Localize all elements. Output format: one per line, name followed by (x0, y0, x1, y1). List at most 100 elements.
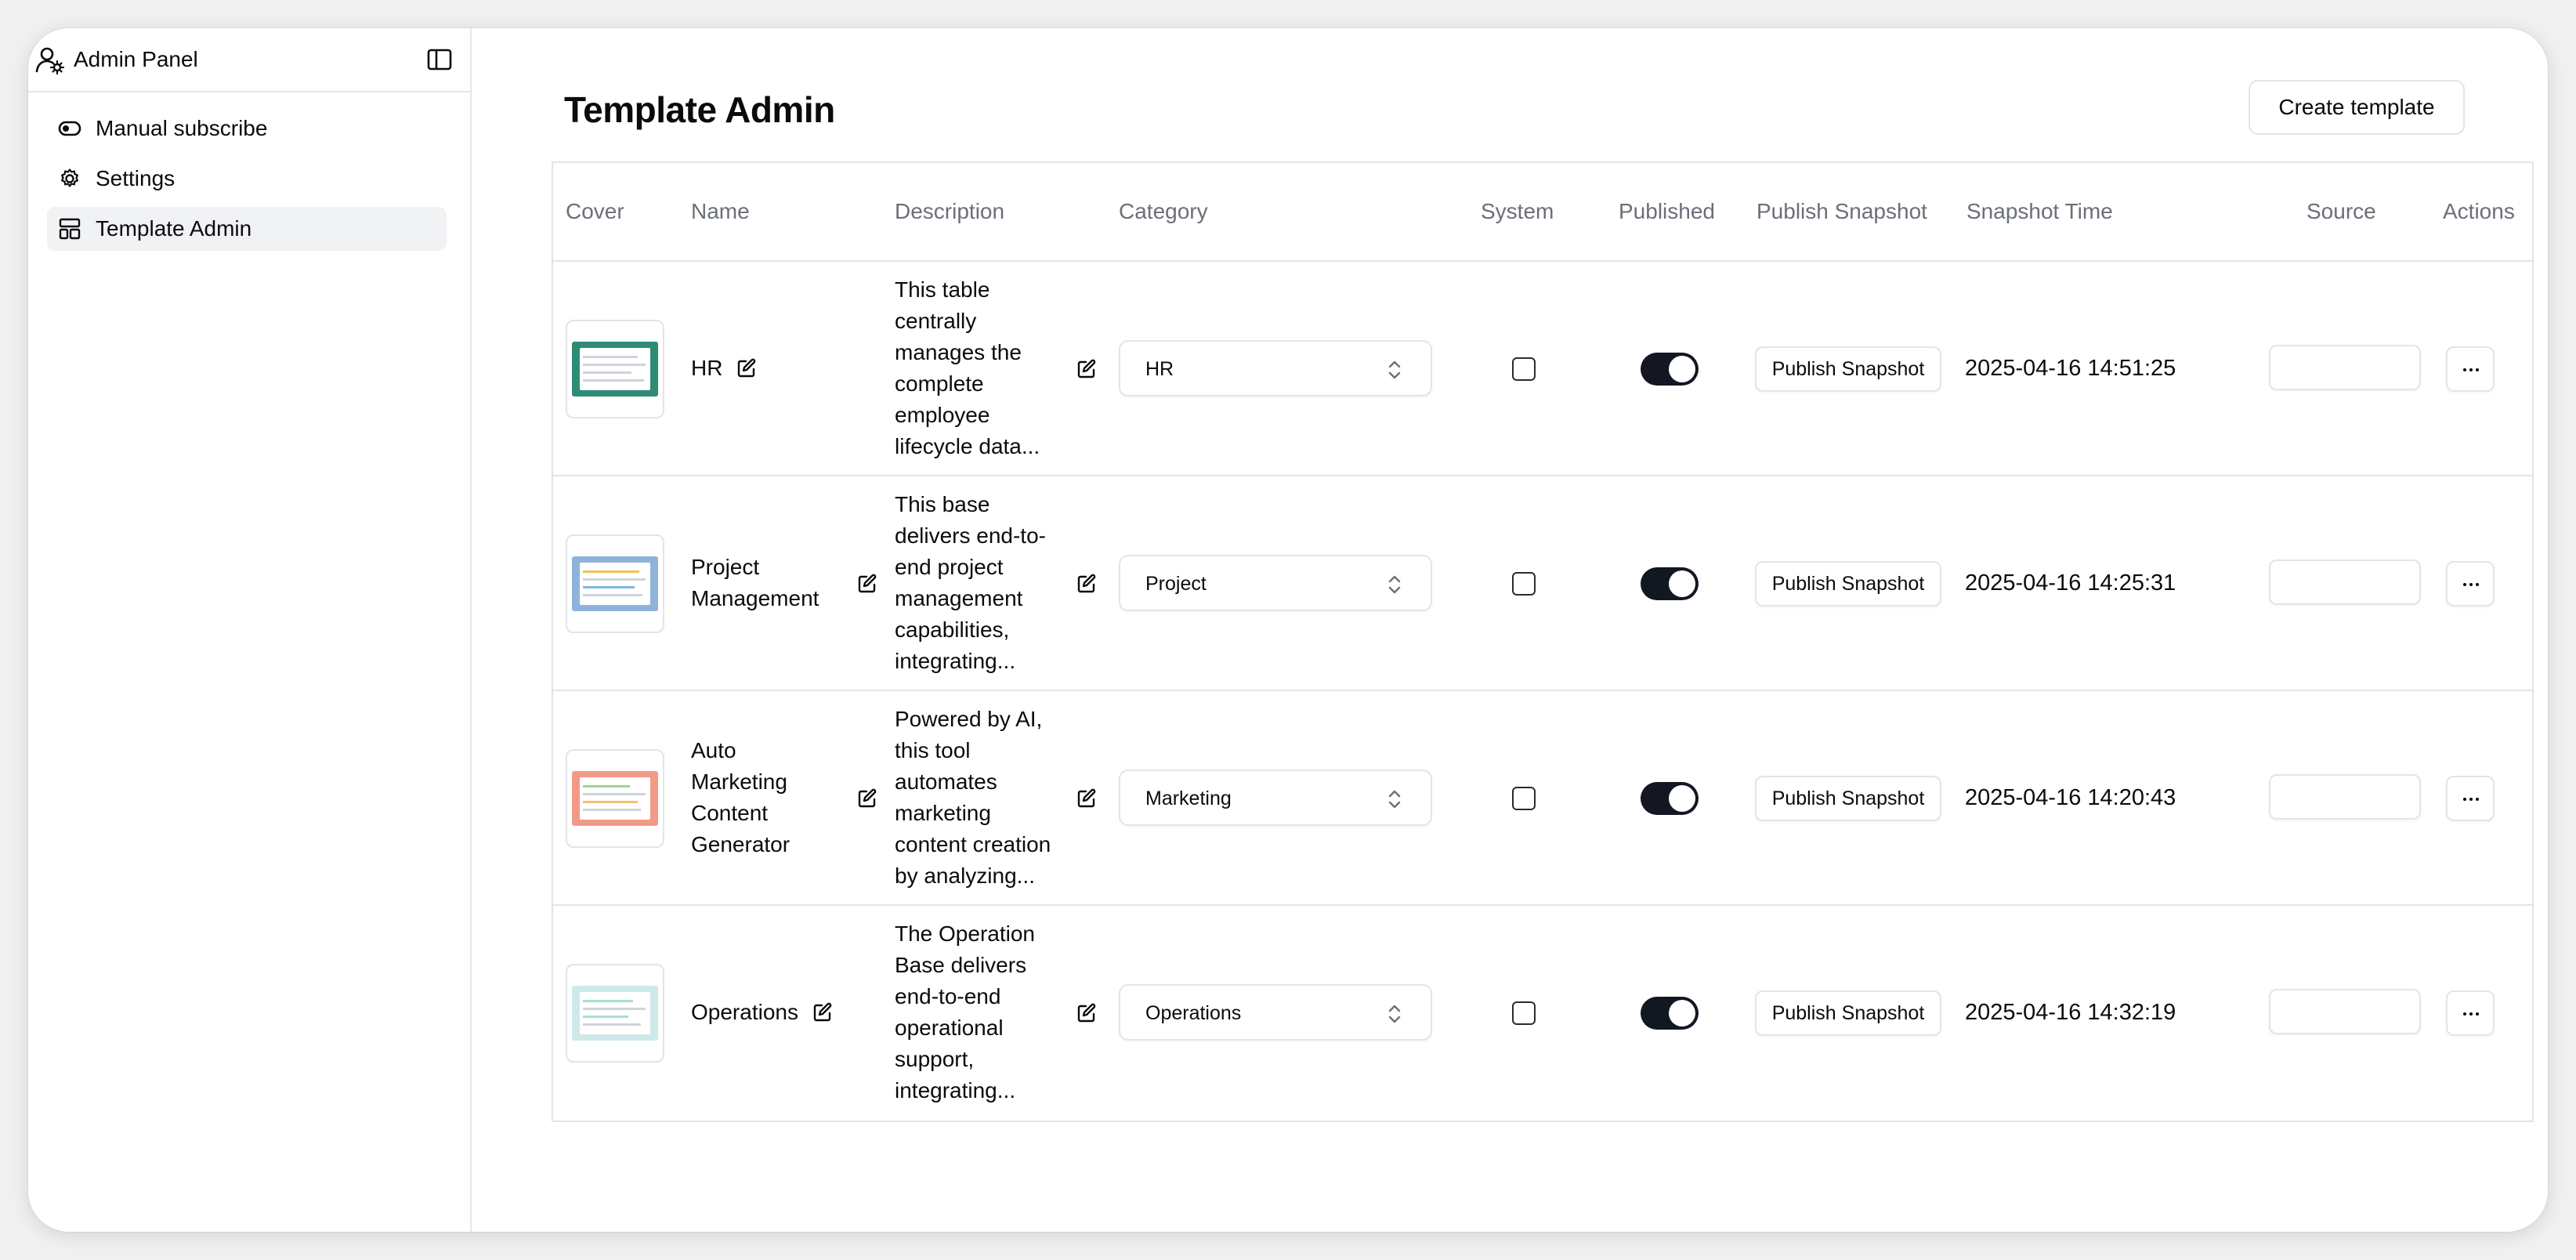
template-name-cell: HR (691, 353, 757, 384)
system-checkbox[interactable] (1512, 357, 1536, 381)
edit-icon[interactable] (1076, 574, 1097, 594)
edit-icon[interactable] (857, 788, 877, 809)
sidebar-item-label: Template Admin (96, 216, 252, 241)
column-header-snapshot-time: Snapshot Time (1966, 199, 2113, 223)
column-header-category: Category (1119, 199, 1208, 223)
template-name-cell: Project Management (691, 552, 819, 614)
publish-snapshot-button[interactable]: Publish Snapshot (1755, 776, 1941, 821)
chevron-up-down-icon (1388, 1005, 1401, 1023)
more-horizontal-icon (2463, 798, 2479, 801)
column-header-published: Published (1619, 199, 1715, 223)
chevron-up-down-icon (1388, 790, 1401, 809)
source-input[interactable] (2269, 989, 2421, 1034)
template-name: HR (691, 356, 723, 380)
create-template-button[interactable]: Create template (2249, 80, 2465, 135)
sidebar-item-settings[interactable]: Settings (47, 157, 447, 201)
row-actions-button[interactable] (2446, 776, 2495, 821)
publish-snapshot-button[interactable]: Publish Snapshot (1755, 346, 1941, 392)
template-description: Powered by AI, this tool automates marke… (895, 707, 1051, 888)
sidebar-nav: Manual subscribe Settings Template Admin (47, 107, 447, 257)
column-header-description: Description (895, 199, 1005, 223)
template-name: Project Management (691, 555, 819, 610)
sidebar-item-template-admin[interactable]: Template Admin (47, 207, 447, 251)
edit-icon[interactable] (857, 574, 877, 594)
template-description: The Operation Base delivers end-to-end o… (895, 921, 1035, 1102)
category-value: Operations (1145, 1002, 1242, 1024)
template-name-cell: Auto Marketing Content Generator (691, 735, 809, 860)
cover-thumbnail[interactable] (566, 534, 664, 633)
more-horizontal-icon (2463, 583, 2479, 586)
source-input[interactable] (2269, 345, 2421, 390)
more-horizontal-icon (2463, 1012, 2479, 1016)
column-header-publish-snapshot: Publish Snapshot (1757, 199, 1927, 223)
published-toggle[interactable] (1641, 353, 1699, 386)
category-select[interactable]: HR (1119, 340, 1432, 396)
sidebar: Admin Panel Manual subscribe Settings Te… (28, 28, 472, 1232)
app-window: Admin Panel Manual subscribe Settings Te… (28, 28, 2548, 1232)
page-title: Template Admin (564, 89, 835, 130)
chevron-up-down-icon (1388, 575, 1401, 594)
sidebar-item-label: Manual subscribe (96, 116, 268, 140)
edit-icon[interactable] (736, 358, 757, 378)
snapshot-time: 2025-04-16 14:51:25 (1965, 356, 2176, 381)
category-select[interactable]: Project (1119, 555, 1432, 611)
column-header-name: Name (691, 199, 750, 223)
edit-icon[interactable] (1076, 359, 1097, 379)
cover-image (572, 342, 658, 396)
toggle-knob (1669, 785, 1695, 812)
publish-snapshot-button[interactable]: Publish Snapshot (1755, 561, 1941, 606)
template-name-cell: Operations (691, 997, 833, 1028)
category-select[interactable]: Marketing (1119, 769, 1432, 826)
table-row: Auto Marketing Content Generator Powered… (553, 691, 2532, 906)
toggle-knob (1669, 1000, 1695, 1026)
system-checkbox[interactable] (1512, 1001, 1536, 1025)
category-value: Marketing (1145, 788, 1232, 809)
row-actions-button[interactable] (2446, 561, 2495, 606)
cover-image (572, 986, 658, 1041)
published-toggle[interactable] (1641, 782, 1699, 815)
edit-icon[interactable] (812, 1002, 833, 1023)
toggle-knob (1669, 356, 1695, 382)
column-header-source: Source (2306, 199, 2376, 223)
cover-thumbnail[interactable] (566, 320, 664, 418)
sidebar-item-manual-subscribe[interactable]: Manual subscribe (47, 107, 447, 150)
edit-icon[interactable] (1076, 788, 1097, 809)
snapshot-time: 2025-04-16 14:32:19 (1965, 1000, 2176, 1025)
snapshot-time: 2025-04-16 14:20:43 (1965, 785, 2176, 810)
table-header: Cover Name Description Category System P… (553, 163, 2532, 262)
system-checkbox[interactable] (1512, 787, 1536, 810)
template-description: This base delivers end-to-end project ma… (895, 492, 1046, 673)
system-checkbox[interactable] (1512, 572, 1536, 596)
category-select[interactable]: Operations (1119, 984, 1432, 1041)
table-row: HR This table centrally manages the comp… (553, 262, 2532, 476)
category-value: Project (1145, 573, 1207, 595)
gear-icon (61, 168, 78, 187)
column-header-system: System (1481, 199, 1554, 223)
source-input[interactable] (2269, 774, 2421, 820)
cover-image (572, 771, 658, 826)
category-value: HR (1145, 358, 1174, 380)
published-toggle[interactable] (1641, 997, 1699, 1030)
row-actions-button[interactable] (2446, 346, 2495, 392)
table-row: Operations The Operation Base delivers e… (553, 906, 2532, 1121)
edit-icon[interactable] (1076, 1003, 1097, 1023)
table-row: Project Management This base delivers en… (553, 476, 2532, 691)
chevron-up-down-icon (1388, 360, 1401, 379)
published-toggle[interactable] (1641, 567, 1699, 600)
cover-thumbnail[interactable] (566, 749, 664, 848)
cover-image (572, 556, 658, 611)
source-input[interactable] (2269, 559, 2421, 605)
row-actions-button[interactable] (2446, 990, 2495, 1036)
main-content: Template Admin Create template Cover Nam… (472, 28, 2548, 1232)
snapshot-time: 2025-04-16 14:25:31 (1965, 570, 2176, 596)
template-name: Operations (691, 1000, 798, 1024)
more-horizontal-icon (2463, 368, 2479, 371)
cover-thumbnail[interactable] (566, 964, 664, 1063)
sidebar-toggle-icon[interactable] (426, 46, 453, 73)
publish-snapshot-button[interactable]: Publish Snapshot (1755, 990, 1941, 1036)
layout-icon (59, 218, 81, 240)
user-settings-icon (35, 47, 65, 75)
sidebar-header: Admin Panel (28, 28, 470, 92)
toggle-knob (1669, 570, 1695, 597)
templates-table: Cover Name Description Category System P… (552, 161, 2534, 1122)
